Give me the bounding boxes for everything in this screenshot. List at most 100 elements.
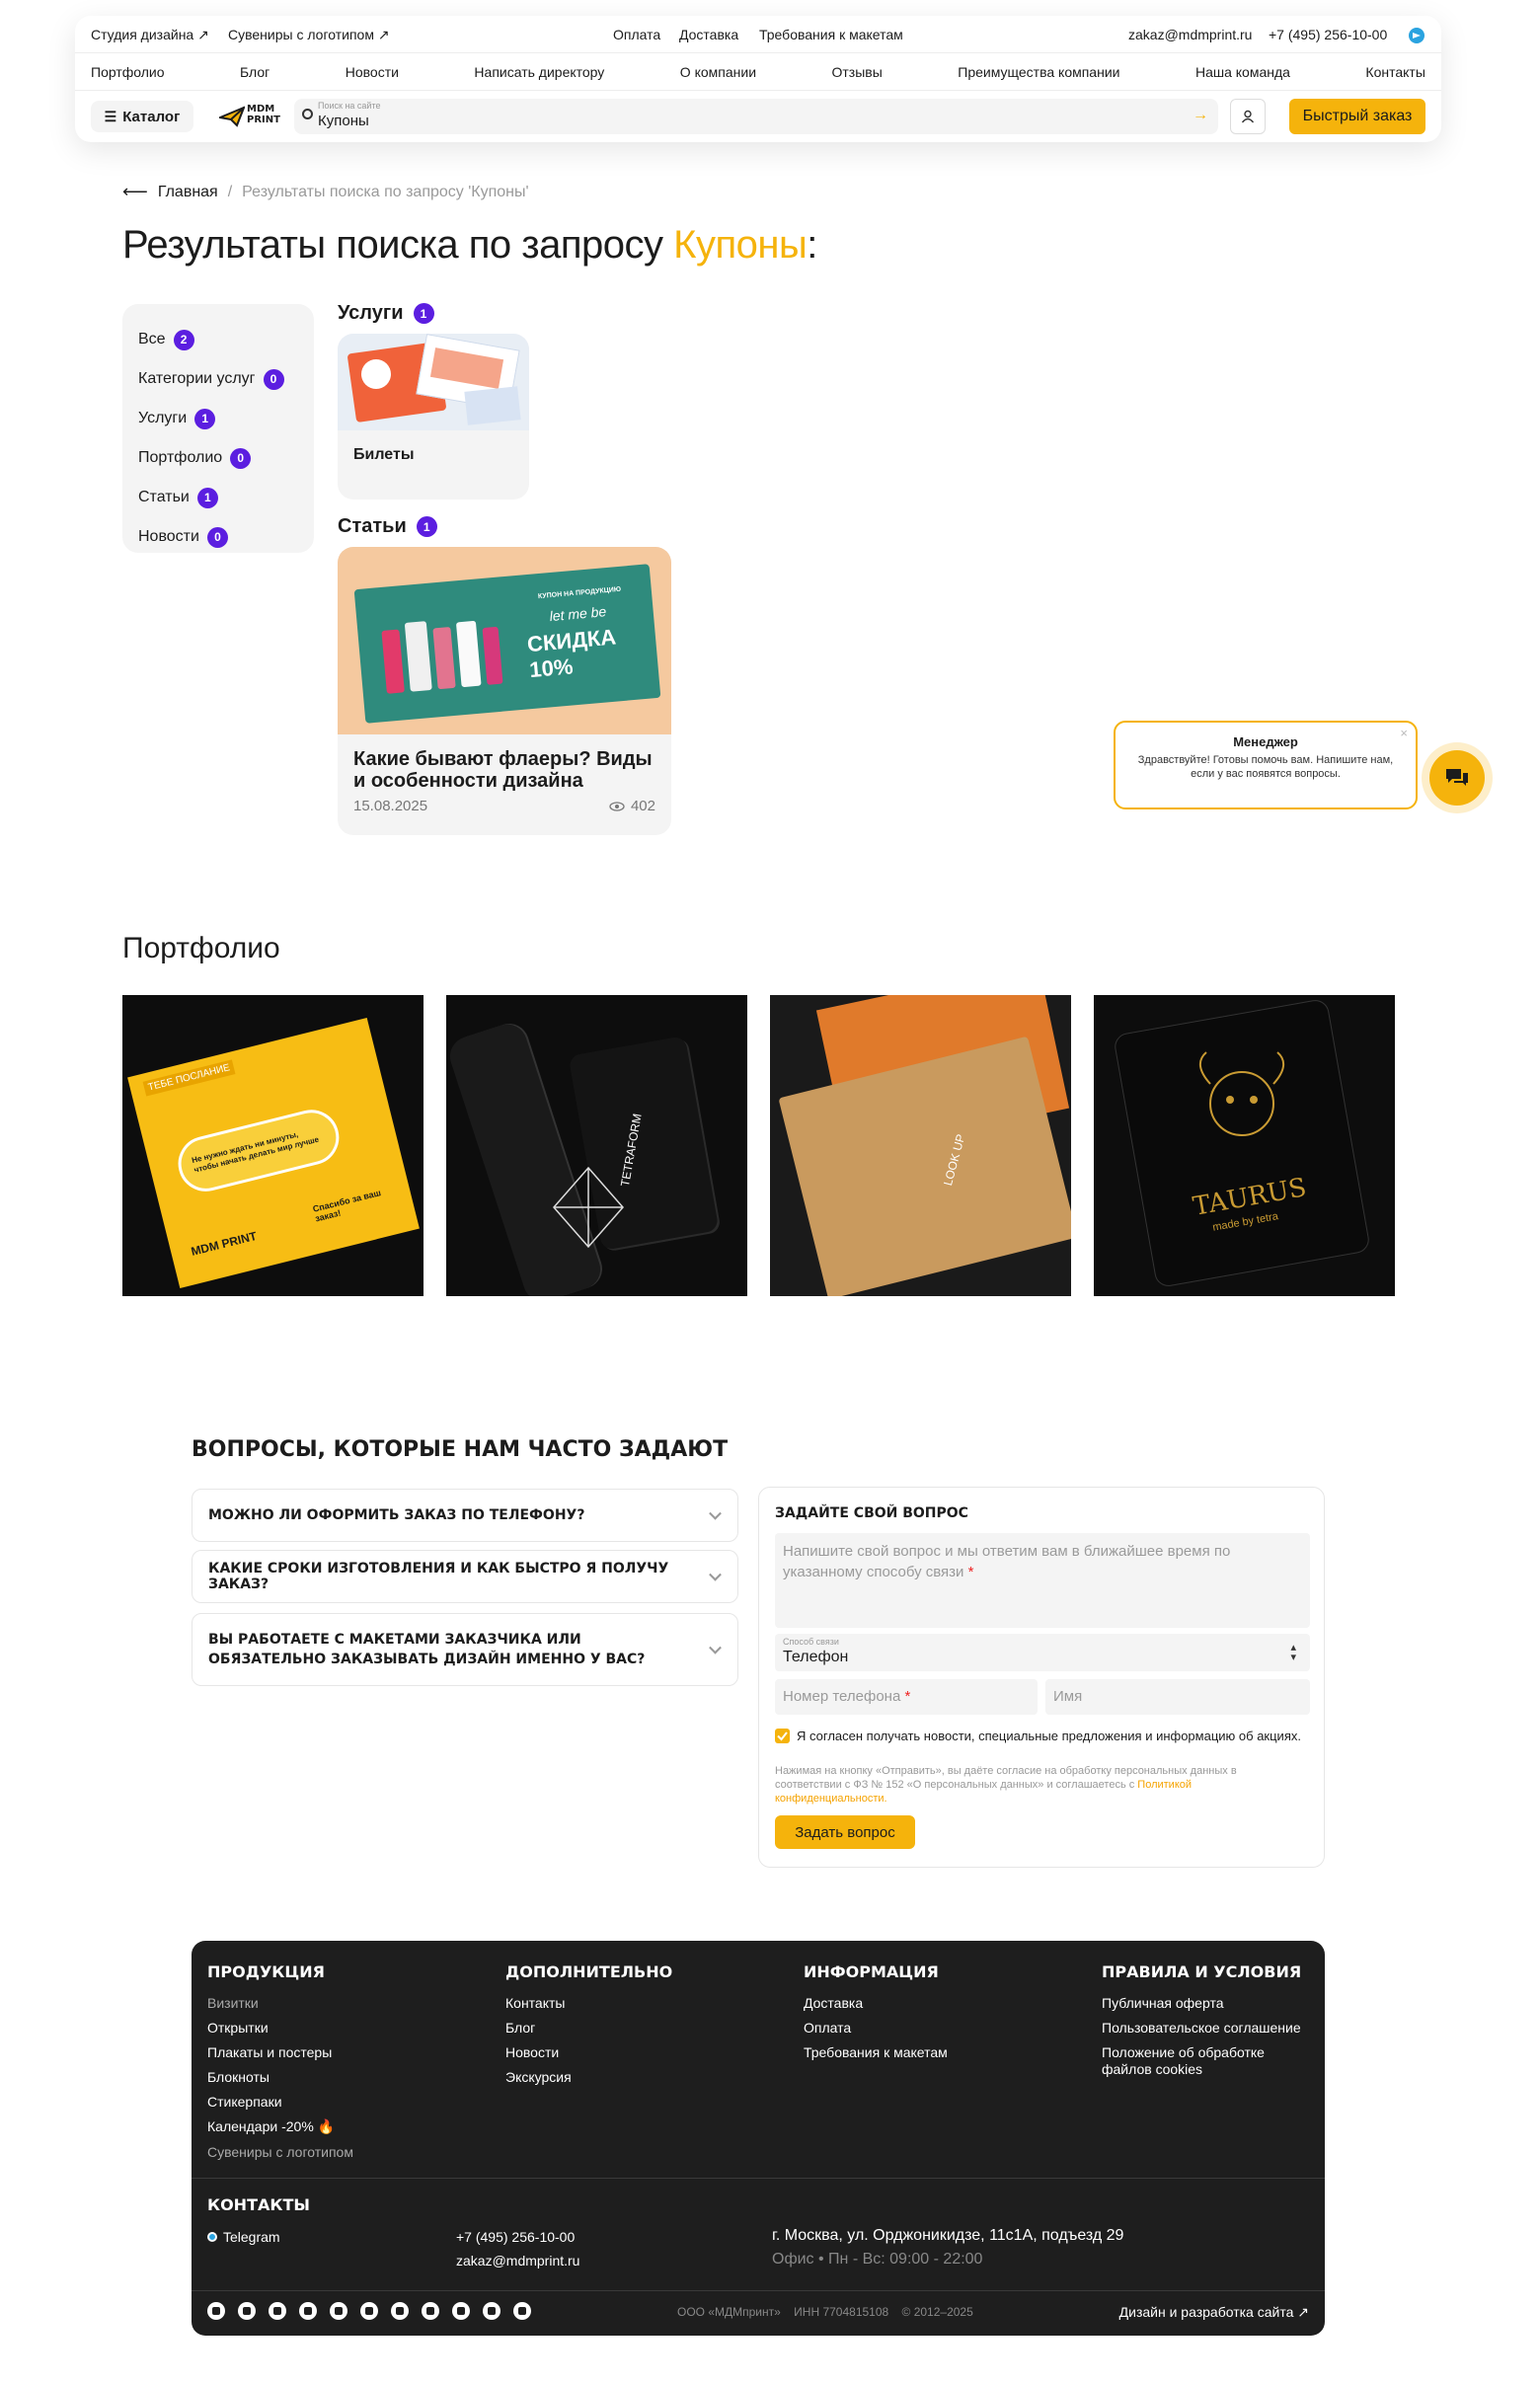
form-heading: ЗАДАЙТЕ СВОЙ ВОПРОС bbox=[775, 1505, 968, 1521]
footer-link[interactable]: Стикерпаки bbox=[207, 2094, 353, 2110]
nav-portfolio[interactable]: Портфолио bbox=[91, 64, 165, 80]
nav-write-director[interactable]: Написать директору bbox=[474, 64, 604, 80]
footer-link[interactable]: Блокноты bbox=[207, 2069, 353, 2085]
footer-link[interactable]: Пользовательское соглашение bbox=[1102, 2020, 1301, 2036]
link-delivery[interactable]: Доставка bbox=[679, 27, 738, 42]
footer-link[interactable]: Экскурсия bbox=[505, 2069, 672, 2085]
footer-link[interactable]: Открытки bbox=[207, 2020, 353, 2036]
site-header: Студия дизайна ↗ Сувениры с логотипом ↗ … bbox=[75, 16, 1441, 142]
articles-heading: Статьи 1 bbox=[338, 515, 437, 538]
footer-link[interactable]: Плакаты и постеры bbox=[207, 2044, 353, 2060]
link-souvenirs[interactable]: Сувениры с логотипом ↗ bbox=[228, 27, 390, 43]
footer-link[interactable]: Новости bbox=[505, 2044, 672, 2060]
nav-advantages[interactable]: Преимущества компании bbox=[958, 64, 1119, 80]
portfolio-item-3[interactable]: LOOK UP bbox=[770, 995, 1071, 1296]
account-button[interactable] bbox=[1230, 99, 1266, 134]
footer-legal: ООО «МДМпринт» ИНН 7704815108 © 2012–202… bbox=[677, 2305, 973, 2319]
filter-portfolio[interactable]: Портфолио 0 bbox=[138, 438, 298, 478]
tiktok-icon[interactable] bbox=[422, 2302, 439, 2320]
views-count: 402 bbox=[630, 798, 655, 814]
footer-link[interactable]: Календари -20% 🔥 bbox=[207, 2118, 353, 2135]
vk-icon[interactable] bbox=[238, 2302, 256, 2320]
search-input[interactable]: Купоны bbox=[318, 113, 369, 129]
telegram-label: Telegram bbox=[223, 2229, 280, 2245]
chat-button[interactable] bbox=[1429, 750, 1485, 806]
logo-plane-icon bbox=[219, 106, 245, 127]
filter-sidebar: Все 2 Категории услуг 0 Услуги 1 Портфолио 0… bbox=[122, 304, 314, 553]
footer-link[interactable]: Блог bbox=[505, 2020, 672, 2036]
nav-blog[interactable]: Блог bbox=[240, 64, 270, 80]
pf1-text-3: Спасибо за ваш заказ! bbox=[311, 1188, 382, 1224]
count-badge: 1 bbox=[416, 516, 437, 537]
ok-icon[interactable] bbox=[452, 2302, 470, 2320]
instagram-icon[interactable] bbox=[269, 2302, 286, 2320]
search-arrow-icon[interactable]: → bbox=[1193, 107, 1208, 124]
footer-link[interactable]: Сувениры с логотипом bbox=[207, 2144, 353, 2160]
link-design-studio[interactable]: Студия дизайна ↗ bbox=[91, 27, 209, 43]
nav-contacts[interactable]: Контакты bbox=[1365, 64, 1424, 80]
portfolio-item-4[interactable]: TAURUS made by tetra bbox=[1094, 995, 1395, 1296]
footer-rules: ПРАВИЛА И УСЛОВИЯ Публичная оферта Польз… bbox=[1102, 1962, 1301, 2087]
close-icon[interactable]: × bbox=[1400, 726, 1408, 740]
behance-icon[interactable] bbox=[483, 2302, 500, 2320]
youtube-icon[interactable] bbox=[299, 2302, 317, 2320]
dzen-icon[interactable] bbox=[360, 2302, 378, 2320]
contact-method-select[interactable]: Способ связи Телефон ▴ ▾ bbox=[775, 1634, 1310, 1671]
nav-reviews[interactable]: Отзывы bbox=[832, 64, 883, 80]
footer-telegram[interactable]: Telegram bbox=[207, 2229, 280, 2245]
count-badge: 0 bbox=[263, 368, 284, 390]
faq-question-3[interactable]: ВЫ РАБОТАЕТЕ С МАКЕТАМИ ЗАКАЗЧИКА ИЛИ ОБ… bbox=[192, 1613, 738, 1686]
nav-about[interactable]: О компании bbox=[680, 64, 756, 80]
consent-checkbox[interactable] bbox=[775, 1729, 790, 1743]
threads-icon[interactable] bbox=[513, 2302, 531, 2320]
filter-service-categories[interactable]: Категории услуг 0 bbox=[138, 359, 298, 399]
filter-news[interactable]: Новости 0 bbox=[138, 517, 298, 557]
footer-link[interactable]: Положение об обработке файлов cookies bbox=[1102, 2044, 1299, 2078]
link-payment[interactable]: Оплата bbox=[613, 27, 660, 42]
footer-link[interactable]: Доставка bbox=[804, 1995, 948, 2011]
footer-link[interactable]: Требования к макетам bbox=[804, 2044, 948, 2060]
rutube-icon[interactable] bbox=[330, 2302, 347, 2320]
article-card[interactable]: КУПОН НА ПРОДУКЦИЮ let me be СКИДКА 10% … bbox=[338, 547, 671, 835]
nav-news[interactable]: Новости bbox=[346, 64, 399, 80]
name-input[interactable]: Имя bbox=[1045, 1679, 1310, 1715]
catalog-button[interactable]: ☰ Каталог bbox=[91, 101, 193, 132]
footer-link[interactable]: Контакты bbox=[505, 1995, 672, 2011]
count-badge: 2 bbox=[173, 329, 194, 350]
breadcrumb-home[interactable]: Главная bbox=[158, 184, 218, 201]
footer-phone[interactable]: +7 (495) 256-10-00 bbox=[456, 2229, 575, 2245]
footer-email[interactable]: zakaz@mdmprint.ru bbox=[456, 2253, 579, 2269]
link-requirements[interactable]: Требования к макетам bbox=[759, 27, 903, 42]
search-bar[interactable]: Поиск на сайте Купоны → bbox=[294, 99, 1218, 134]
phone-input[interactable]: Номер телефона * bbox=[775, 1679, 1038, 1715]
telegram-icon[interactable] bbox=[207, 2302, 225, 2320]
developer-link[interactable]: Дизайн и разработка сайта ↗ bbox=[1119, 2304, 1309, 2321]
footer-link[interactable]: Визитки bbox=[207, 1995, 353, 2011]
catalog-label: Каталог bbox=[122, 108, 181, 125]
filter-articles[interactable]: Статьи 1 bbox=[138, 478, 298, 517]
logo[interactable]: MDM PRINT bbox=[219, 103, 280, 130]
article-card-title: Какие бывают флаеры? Виды и особенности … bbox=[353, 748, 653, 792]
footer-link[interactable]: Оплата bbox=[804, 2020, 948, 2036]
filter-services[interactable]: Услуги 1 bbox=[138, 399, 298, 438]
portfolio-item-2[interactable]: TETRAFORM bbox=[446, 995, 747, 1296]
nav-team[interactable]: Наша команда bbox=[1195, 64, 1290, 80]
pinterest-icon[interactable] bbox=[391, 2302, 409, 2320]
service-card[interactable]: Билеты bbox=[338, 334, 529, 500]
quick-order-button[interactable]: Быстрый заказ bbox=[1289, 99, 1425, 134]
chat-popup[interactable]: Менеджер Здравствуйте! Готовы помочь вам… bbox=[1114, 721, 1418, 809]
back-arrow-icon[interactable]: ⟵ bbox=[122, 182, 148, 202]
services-heading: Услуги 1 bbox=[338, 302, 434, 325]
footer-link[interactable]: Публичная оферта bbox=[1102, 1995, 1301, 2011]
faq-question-2[interactable]: КАКИЕ СРОКИ ИЗГОТОВЛЕНИЯ И КАК БЫСТРО Я … bbox=[192, 1550, 738, 1603]
name-placeholder: Имя bbox=[1053, 1688, 1083, 1705]
telegram-icon[interactable] bbox=[1409, 28, 1424, 44]
submit-question-button[interactable]: Задать вопрос bbox=[775, 1815, 915, 1849]
header-email[interactable]: zakaz@mdmprint.ru bbox=[1128, 27, 1252, 42]
question-textarea[interactable]: Напишите свой вопрос и мы ответим вам в … bbox=[775, 1533, 1310, 1628]
header-phone[interactable]: +7 (495) 256-10-00 bbox=[1269, 27, 1387, 42]
footer-rules-title: ПРАВИЛА И УСЛОВИЯ bbox=[1102, 1962, 1302, 1981]
faq-question-1[interactable]: МОЖНО ЛИ ОФОРМИТЬ ЗАКАЗ ПО ТЕЛЕФОНУ? bbox=[192, 1489, 738, 1542]
filter-all[interactable]: Все 2 bbox=[138, 320, 298, 359]
portfolio-item-1[interactable]: ТЕБЕ ПОСЛАНИЕ Не нужно ждать ни минуты, … bbox=[122, 995, 424, 1296]
